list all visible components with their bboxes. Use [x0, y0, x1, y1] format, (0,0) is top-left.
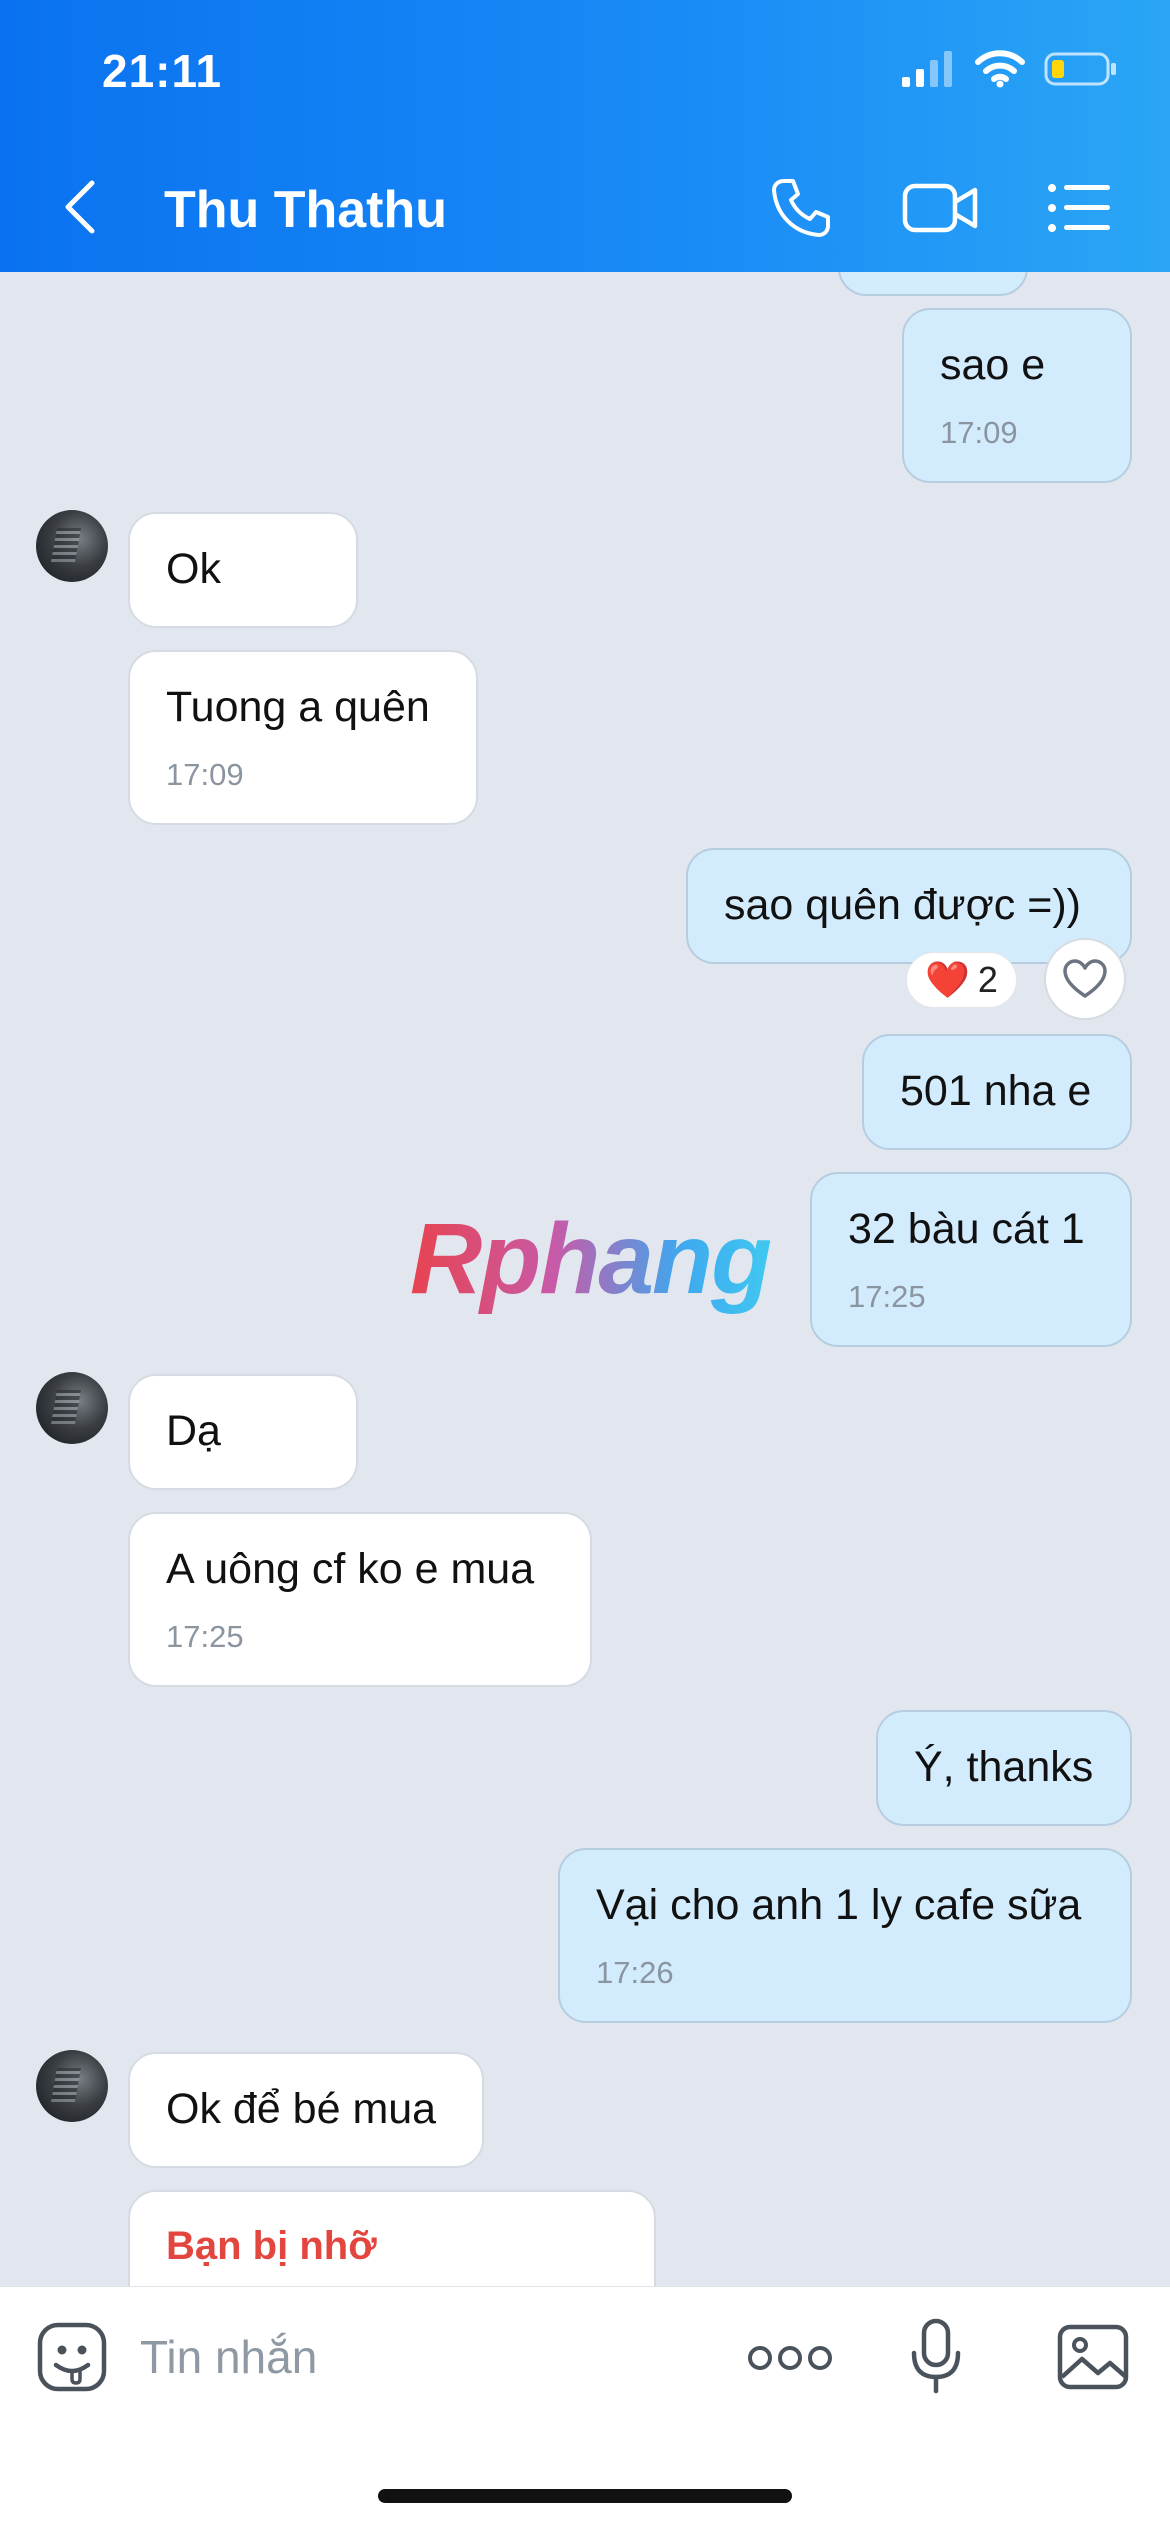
message-time: 17:09 [166, 756, 244, 792]
message-time: 17:26 [596, 1954, 674, 1990]
more-dots-icon [748, 2346, 832, 2370]
message-time: 17:09 [940, 414, 1018, 450]
phone-icon [772, 179, 830, 237]
back-button[interactable] [60, 172, 120, 242]
message-text: A uông cf ko e mua [166, 1545, 535, 1593]
status-time: 21:11 [102, 45, 223, 97]
reaction-badge[interactable]: ❤️ 2 [906, 952, 1017, 1008]
message-bubble-outgoing[interactable]: Ý, thanks [876, 1710, 1132, 1826]
react-button[interactable] [1044, 938, 1126, 1020]
chevron-left-icon [65, 180, 95, 234]
message-bubble-incoming[interactable]: Ok để bé mua [128, 2052, 484, 2168]
composer-bar [0, 2286, 1170, 2532]
missed-call-bubble[interactable]: Bạn bị nhỡ [128, 2190, 656, 2286]
sticker-button[interactable] [36, 2321, 108, 2393]
message-text: 501 nha e [900, 1067, 1092, 1115]
message-text: 32 bàu cát 1 [848, 1205, 1085, 1253]
video-camera-icon [902, 183, 978, 233]
missed-call-text: Bạn bị nhỡ [166, 2224, 377, 2268]
chat-header: 21:11 Thu Thathu [0, 0, 1170, 272]
message-bubble-incoming[interactable]: Ok [128, 512, 358, 628]
message-text: Ok để bé mua [166, 2085, 437, 2133]
voice-call-button[interactable] [758, 168, 844, 248]
message-bubble-incoming[interactable]: Dạ [128, 1374, 358, 1490]
image-icon [1057, 2324, 1129, 2390]
battery-icon [1044, 52, 1116, 86]
wifi-icon [975, 50, 1025, 88]
home-indicator [378, 2489, 792, 2503]
heart-emoji-icon: ❤️ [925, 959, 970, 1000]
message-text: Vại cho anh 1 ly cafe sữa [596, 1881, 1082, 1929]
contact-name[interactable]: Thu Thathu [164, 180, 447, 240]
message-bubble-incoming[interactable]: Tuong a quên 17:09 [128, 650, 478, 825]
video-call-button[interactable] [898, 168, 984, 248]
list-menu-icon [1048, 184, 1110, 232]
message-list[interactable]: sao e 17:09 Ok Tuong a quên 17:09 sao qu… [0, 272, 1170, 2286]
message-text: Ok [166, 545, 221, 593]
message-input[interactable] [140, 2327, 700, 2387]
message-time: 17:25 [848, 1278, 926, 1314]
message-text: Ý, thanks [914, 1743, 1094, 1791]
signal-icon [902, 51, 952, 87]
message-bubble-outgoing[interactable]: sao e 17:09 [902, 308, 1132, 483]
message-text: sao quên được =)) [724, 881, 1081, 929]
avatar[interactable] [36, 510, 108, 582]
message-bubble-partial[interactable] [838, 272, 1028, 296]
status-icons [900, 50, 1118, 88]
watermark: Rphang [410, 1203, 772, 1315]
message-bubble-incoming[interactable]: A uông cf ko e mua 17:25 [128, 1512, 592, 1687]
reaction-count: 2 [977, 959, 998, 1000]
more-options-button[interactable] [748, 2333, 832, 2383]
message-time: 17:25 [166, 1618, 244, 1654]
message-bubble-outgoing[interactable]: 32 bàu cát 1 17:25 [810, 1172, 1132, 1347]
message-bubble-outgoing[interactable]: 501 nha e [862, 1034, 1132, 1150]
heart-outline-icon [1063, 959, 1107, 998]
photo-button[interactable] [1056, 2323, 1130, 2391]
message-text: Tuong a quên [166, 683, 430, 731]
message-text: Dạ [166, 1407, 221, 1455]
avatar[interactable] [36, 1372, 108, 1444]
message-text: sao e [940, 341, 1046, 389]
message-bubble-outgoing[interactable]: Vại cho anh 1 ly cafe sữa 17:26 [558, 1848, 1132, 2023]
chat-options-button[interactable] [1036, 168, 1122, 248]
microphone-icon [911, 2318, 961, 2394]
avatar[interactable] [36, 2050, 108, 2122]
sticker-icon [37, 2322, 107, 2392]
voice-message-button[interactable] [906, 2317, 966, 2397]
